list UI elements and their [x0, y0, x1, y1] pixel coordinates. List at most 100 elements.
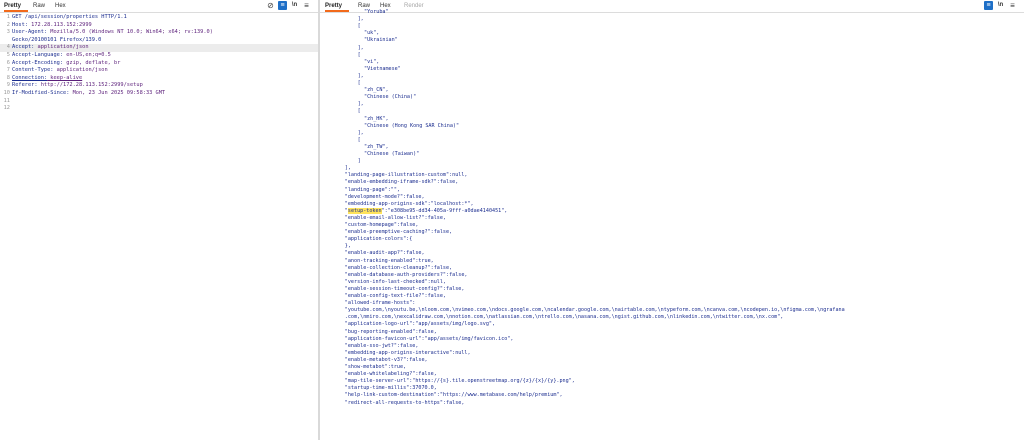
header-name: Content-Type:: [12, 67, 54, 74]
line-text: "allowed-iframe-hosts":: [345, 300, 416, 307]
json-token: "Chinese (China)": [364, 94, 417, 101]
response-line: "enable-preemptive-caching?":false,: [320, 229, 1024, 236]
response-line: [: [320, 80, 1024, 87]
request-editor[interactable]: 1 GET /api/session/properties HTTP/1.1 2 Ho…: [0, 13, 318, 440]
response-line: "uk",: [320, 30, 1024, 37]
line-text: "youtube.com,\nyoutu.be,\nloom.com,\nvim…: [345, 307, 845, 314]
json-token: "enable-sso-jwt?":false,: [344, 342, 419, 349]
json-token: ],: [357, 129, 364, 136]
line-number: 6: [6, 59, 10, 66]
request-line: 8 Connection: keep-alive: [0, 75, 318, 83]
json-token: [: [357, 80, 361, 86]
line-text: [: [358, 52, 361, 59]
line-text: "version-info-last-checked":null,: [345, 279, 446, 286]
no-whitespace-icon[interactable]: ⊘: [266, 1, 275, 10]
menu-icon[interactable]: ≡: [302, 1, 311, 10]
header-value: keep-alive: [47, 74, 83, 81]
header-name: Accept:: [12, 44, 35, 51]
response-line: "help-link-custom-destination":"https://…: [320, 392, 1024, 399]
json-token: "development-mode?":false,: [344, 193, 425, 200]
json-token: "bug-reporting-enabled":false,: [344, 328, 437, 335]
response-line: "Chinese (China)": [320, 94, 1024, 101]
json-token: ],: [357, 16, 364, 23]
line-text: Accept-Encoding: gzip, deflate, br: [12, 60, 120, 68]
line-text: "zh_TW",: [364, 144, 389, 151]
line-text: "enable-preemptive-caching?":false,: [345, 229, 452, 236]
response-line: "Chinese (Taiwan)": [320, 151, 1024, 158]
line-text: Accept-Language: en-US,en;q=0.5: [12, 52, 111, 60]
line-text: "zh_HK",: [364, 116, 389, 123]
json-token: "map-tile-server-url":"https://{s}.tile.…: [344, 378, 575, 385]
tab-raw[interactable]: Raw: [33, 0, 45, 12]
header-value: 172.28.113.152:2999: [27, 21, 92, 28]
request-line: 9 Referer: http://172.28.113.152:2999/set…: [0, 82, 318, 90]
json-token: "enable-audit-app?":false,: [344, 250, 425, 257]
line-text: "enable-collection-cleanup?":false,: [345, 265, 452, 272]
line-text: "enable-audit-app?":false,: [345, 250, 425, 257]
tab-hex[interactable]: Hex: [55, 0, 66, 12]
tab-pretty[interactable]: Pretty: [4, 0, 28, 12]
header-name: Gecko/20100101 Firefox/139.0: [12, 36, 102, 43]
json-token: "application-logo-url":"app/assets/img/l…: [344, 321, 496, 328]
request-line: 3 User-Agent: Mozilla/5.0 (Windows NT 10.…: [0, 29, 318, 37]
json-token: "startup-time-millis":37070.0,: [344, 385, 437, 392]
request-pane: Pretty Raw Hex ⊘ ≡ \n ≡ 1 GET /api/sessio…: [0, 0, 318, 440]
json-token: ":"e308be95-dd34-405a-9fff-a0dae4140451"…: [381, 207, 508, 214]
response-line: [: [320, 108, 1024, 115]
response-line: "enable-email-allow-list?":false,: [320, 215, 1024, 222]
line-text: "development-mode?":false,: [345, 194, 425, 201]
response-line: .com,\nmiro.com,\nexcalidraw.com,\nnotio…: [320, 314, 1024, 321]
line-text: ],: [358, 101, 364, 108]
json-token: "redirect-all-requests-to-https":false,: [344, 399, 465, 406]
json-token: "Chinese (Hong Kong SAR China)": [364, 122, 460, 129]
response-line: "allowed-iframe-hosts":: [320, 300, 1024, 307]
line-text: "map-tile-server-url":"https://{s}.tile.…: [345, 378, 575, 385]
line-number: 5: [6, 52, 10, 58]
json-token: [: [357, 51, 361, 58]
line-number: 9: [6, 82, 10, 89]
response-line: "application-favicon-url":"app/assets/im…: [320, 336, 1024, 343]
line-text: [: [358, 137, 361, 144]
response-line: "custom-homepage":false,: [320, 222, 1024, 229]
json-token: "application-colors":{: [344, 236, 413, 243]
line-text: "vi",: [364, 59, 379, 66]
response-line: ],: [320, 165, 1024, 172]
json-token: [: [357, 136, 361, 143]
tab-raw-label: Raw: [33, 3, 46, 9]
response-line: },: [320, 243, 1024, 250]
json-token: "vi",: [364, 58, 380, 65]
header-value: application/json: [53, 67, 108, 74]
line-text: "embedding-app-origins-sdk":"localhost:*…: [345, 201, 474, 208]
line-text: User-Agent: Mozilla/5.0 (Windows NT 10.0…: [12, 29, 213, 37]
json-token: "custom-homepage":false,: [344, 222, 419, 228]
request-line: Gecko/20100101 Firefox/139.0: [0, 37, 318, 45]
pretty-print-icon[interactable]: ≡: [278, 1, 287, 10]
line-text: "Yoruba": [364, 9, 389, 16]
json-token: "application-favicon-url":"app/assets/im…: [344, 335, 514, 342]
response-line: ],: [320, 130, 1024, 137]
line-number: 11: [3, 97, 10, 104]
response-line: "landing-page":"",: [320, 187, 1024, 194]
line-text: "enable-email-allow-list?":false,: [345, 215, 446, 222]
line-text: "application-colors":{: [345, 236, 412, 243]
json-token: "uk",: [364, 30, 380, 37]
line-text: "landing-page":"",: [345, 187, 400, 194]
json-token: "youtube.com,\nyoutu.be,\nloom.com,\nvim…: [344, 307, 845, 314]
request-tabbar: Pretty Raw Hex ⊘ ≡ \n ≡: [0, 0, 318, 13]
header-name: Referer:: [12, 82, 38, 89]
response-line: "zh_TW",: [320, 144, 1024, 151]
response-pane: Pretty Raw Hex Render ≡ \n ≡ "Yoruba"],[…: [320, 0, 1024, 440]
response-line: "application-logo-url":"app/assets/img/l…: [320, 321, 1024, 328]
response-line: "bug-reporting-enabled":false,: [320, 329, 1024, 336]
line-text: "setup-token":"e308be95-dd34-405a-9fff-a…: [345, 207, 508, 215]
response-line: [: [320, 137, 1024, 144]
json-token: "anon-tracking-enabled":true,: [344, 257, 434, 264]
line-text: "landing-page-illustration-custom":null,: [345, 172, 468, 179]
newline-icon[interactable]: \n: [290, 1, 299, 10]
response-editor[interactable]: "Yoruba"],["uk", "Ukrainian"],["vi", "Viet…: [320, 9, 1024, 440]
request-line: 12: [0, 105, 318, 113]
response-line: "setup-token":"e308be95-dd34-405a-9fff-a…: [320, 207, 1024, 215]
request-line: 10 If-Modified-Since: Mon, 23 Jun 2025 09…: [0, 90, 318, 98]
json-token: "zh_CN",: [364, 87, 389, 94]
json-token: "landing-page":"",: [344, 186, 400, 193]
